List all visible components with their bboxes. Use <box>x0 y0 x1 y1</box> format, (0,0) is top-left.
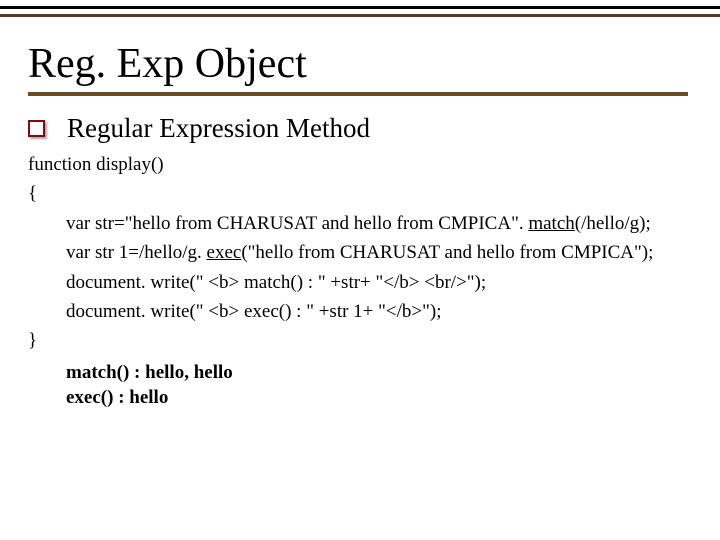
code-text: (/hello/g); <box>575 213 651 234</box>
code-method-match: match <box>528 213 574 234</box>
code-method-exec: exec <box>207 242 242 263</box>
code-line: { <box>28 179 692 208</box>
code-line: document. write(" <b> match() : " +str+ … <box>28 268 692 297</box>
bullet-text: Regular Expression Method <box>67 114 370 144</box>
top-border <box>0 6 720 19</box>
output-line: match() : hello, hello <box>66 360 692 386</box>
code-line: function display() <box>28 150 692 179</box>
code-text: var str="hello from CHARUSAT and hello f… <box>66 213 528 234</box>
code-text: var str 1=/hello/g. <box>66 242 207 263</box>
code-line: document. write(" <b> exec() : " +str 1+… <box>28 297 692 326</box>
code-text: ("hello from CHARUSAT and hello from CMP… <box>241 242 653 263</box>
output-block: match() : hello, hello exec() : hello <box>28 360 692 411</box>
code-line: var str 1=/hello/g. exec("hello from CHA… <box>28 238 692 267</box>
code-line: } <box>28 326 692 355</box>
title-underline <box>28 92 688 96</box>
square-bullet-icon <box>28 120 45 137</box>
bullet-row: Regular Expression Method <box>28 114 692 144</box>
code-line: var str="hello from CHARUSAT and hello f… <box>28 209 692 238</box>
output-line: exec() : hello <box>66 385 692 411</box>
slide: Reg. Exp Object Regular Expression Metho… <box>0 0 720 540</box>
title-block: Reg. Exp Object <box>28 42 692 96</box>
slide-title: Reg. Exp Object <box>28 42 692 86</box>
code-block: function display() { var str="hello from… <box>28 150 692 356</box>
